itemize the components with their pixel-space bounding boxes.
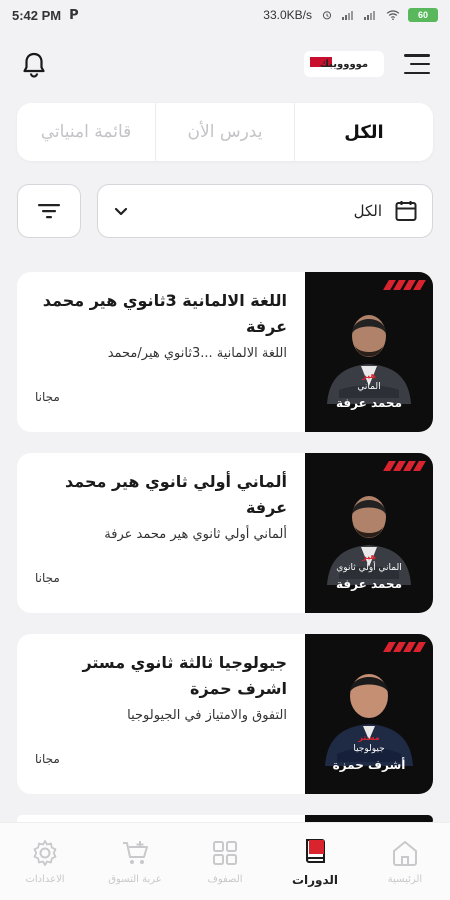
course-price: مجانا bbox=[35, 390, 60, 404]
course-description: اللغة الالمانية ...3ثانوي هير/محمد bbox=[107, 346, 287, 361]
brand-stripes bbox=[383, 461, 426, 471]
bell-icon[interactable] bbox=[20, 50, 48, 78]
category-select-value: الكل bbox=[353, 202, 382, 220]
thumb-tag: هير bbox=[362, 371, 376, 380]
nav-cart-label: عربة التسوق bbox=[108, 874, 162, 885]
filter-icon bbox=[38, 204, 60, 219]
course-description: ألماني أولي ثانوي هير محمد عرفة bbox=[104, 527, 287, 542]
brand-logo-text: موووويبك bbox=[319, 58, 369, 70]
course-card[interactable]: اللغة الالمانية 3ثانوي هير محمد عرفة الل… bbox=[17, 272, 433, 432]
course-title: جيولوجيا ثالثة ثانوي مستر اشرف حمزة bbox=[82, 653, 287, 698]
course-card[interactable]: ألماني أولي ثانوي هير محمد عرفة ألماني أ… bbox=[17, 453, 433, 613]
nav-cart[interactable]: عربة التسوق bbox=[90, 823, 180, 900]
course-title: ألماني أولي ثانوي هير محمد عرفة bbox=[64, 472, 287, 517]
course-info: ألماني أولي ثانوي هير محمد عرفة ألماني أ… bbox=[17, 453, 305, 613]
course-title: اللغة الالمانية 3ثانوي هير محمد عرفة bbox=[42, 291, 287, 336]
nav-grades[interactable]: الصفوف bbox=[180, 823, 270, 900]
course-info: جيولوجيا ثالثة ثانوي مستر اشرف حمزة التف… bbox=[17, 634, 305, 794]
thumb-subject: الماني bbox=[357, 382, 381, 392]
nav-settings-label: الاعدادات bbox=[25, 874, 65, 885]
alarm-icon bbox=[322, 11, 332, 20]
calendar-icon bbox=[395, 201, 417, 221]
thumb-teacher: محمد عرفة bbox=[335, 396, 403, 410]
grid-icon bbox=[213, 841, 237, 865]
app-notification-icon: P bbox=[69, 7, 79, 23]
course-info: اللغة الالمانية 3ثانوي هير محمد عرفة الل… bbox=[17, 272, 305, 432]
signal-icon-2 bbox=[364, 11, 375, 20]
network-speed: 33.0KB/s bbox=[263, 8, 312, 22]
thumb-subject: جيولوجيا bbox=[353, 744, 385, 754]
filter-button[interactable] bbox=[17, 184, 81, 238]
app-header: موووويبك bbox=[0, 30, 450, 98]
tab-all[interactable]: الكل bbox=[294, 103, 433, 161]
nav-grades-label: الصفوف bbox=[207, 874, 243, 885]
course-thumbnail: هير الماني أولي ثانوي محمد عرفة bbox=[305, 453, 433, 613]
thumb-teacher: أشرف حمزة bbox=[332, 758, 406, 772]
nav-settings[interactable]: الاعدادات bbox=[0, 823, 90, 900]
course-price: مجانا bbox=[35, 571, 60, 585]
chevron-down-icon bbox=[114, 207, 128, 216]
bottom-navigation: الاعدادات عربة التسوق الصفوف الدورات الر… bbox=[0, 822, 450, 900]
nav-home-label: الرئيسية bbox=[387, 874, 423, 885]
status-right: 33.0KB/s 60 bbox=[263, 8, 438, 22]
brand-stripes bbox=[383, 642, 426, 652]
course-thumbnail: مستر جيولوجيا أشرف حمزة bbox=[305, 634, 433, 794]
course-price: مجانا bbox=[35, 752, 60, 766]
tab-wishlist[interactable]: قائمة امنياتي bbox=[17, 103, 155, 161]
home-icon bbox=[393, 841, 417, 866]
thumb-subject: الماني أولي ثانوي bbox=[336, 563, 402, 573]
status-time: 5:42 PM bbox=[12, 7, 62, 23]
thumb-teacher: محمد عرفة bbox=[335, 577, 403, 591]
brand-stripes bbox=[383, 280, 426, 290]
nav-home[interactable]: الرئيسية bbox=[360, 823, 450, 900]
course-card[interactable]: جيولوجيا ثالثة ثانوي مستر اشرف حمزة التف… bbox=[17, 634, 433, 794]
battery-indicator: 60 bbox=[408, 8, 438, 22]
tab-studying-now[interactable]: يدرس الأن bbox=[155, 103, 294, 161]
gear-icon bbox=[33, 840, 57, 866]
nav-courses-label: الدورات bbox=[291, 872, 339, 887]
course-thumbnail: هير الماني محمد عرفة bbox=[305, 272, 433, 432]
thumb-tag: مستر bbox=[358, 733, 380, 742]
status-bar: 5:42 PM P 33.0KB/s 60 bbox=[0, 0, 450, 30]
book-icon bbox=[306, 838, 325, 863]
course-description: التفوق والامتياز في الجيولوجيا bbox=[127, 708, 287, 723]
menu-icon[interactable] bbox=[404, 54, 430, 74]
category-select[interactable]: الكل bbox=[97, 184, 433, 238]
course-filter-tabs: الكل يدرس الأن قائمة امنياتي bbox=[17, 103, 433, 161]
brand-logo: موووويبك bbox=[304, 51, 384, 77]
nav-courses[interactable]: الدورات bbox=[270, 823, 360, 900]
cart-icon bbox=[123, 841, 148, 864]
wifi-icon bbox=[386, 10, 400, 20]
signal-icon bbox=[342, 11, 353, 20]
thumb-tag: هير bbox=[362, 552, 376, 561]
